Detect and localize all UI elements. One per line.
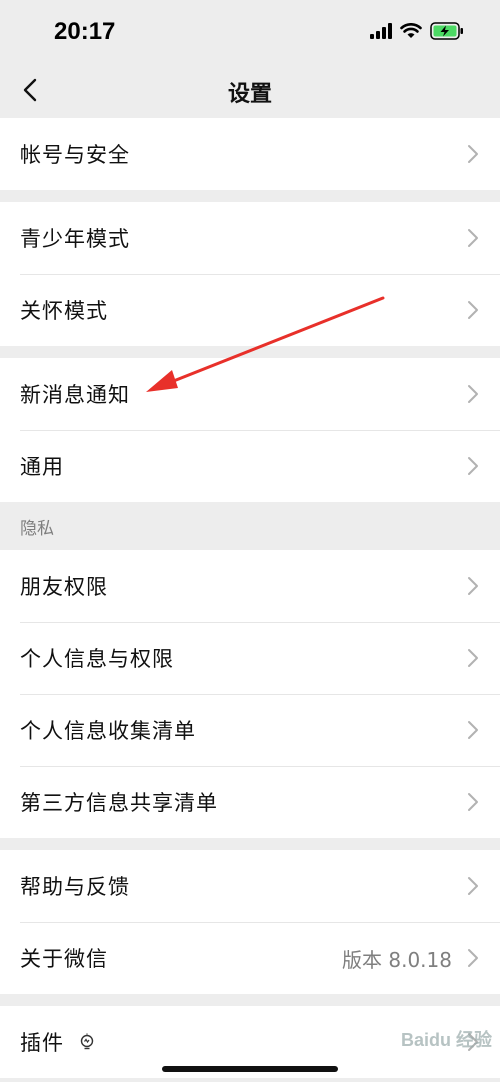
- status-bar: 20:17: [0, 0, 500, 64]
- chevron-right-icon: [468, 457, 478, 475]
- signal-icon: [370, 23, 392, 39]
- battery-charging-icon: [430, 22, 463, 40]
- row-label: 第三方信息共享清单: [20, 791, 218, 815]
- chevron-right-icon: [468, 145, 478, 163]
- chevron-right-icon: [468, 385, 478, 403]
- row-personal-info-permissions[interactable]: 个人信息与权限: [0, 622, 500, 694]
- row-label: 插件: [20, 1031, 64, 1055]
- group-divider: [0, 994, 500, 1006]
- group-account: 帐号与安全: [0, 118, 500, 190]
- page-title: 设置: [227, 82, 272, 107]
- group-divider: [0, 346, 500, 358]
- group-privacy: 朋友权限 个人信息与权限 个人信息收集清单 第三方信息共享清单: [0, 550, 500, 838]
- group-modes: 青少年模式 关怀模式: [0, 202, 500, 346]
- row-label: 关于微信: [20, 947, 108, 971]
- section-label-privacy: 隐私: [0, 502, 500, 550]
- lightbulb-icon: [80, 1033, 94, 1050]
- nav-bar: 设置: [0, 64, 500, 116]
- group-help: 帮助与反馈 关于微信 版本 8.0.18: [0, 850, 500, 994]
- row-general[interactable]: 通用: [0, 430, 500, 502]
- version-text: 版本 8.0.18: [342, 947, 452, 972]
- row-label: 新消息通知: [20, 383, 130, 407]
- home-indicator: [162, 1066, 338, 1072]
- row-label: 通用: [20, 455, 64, 479]
- chevron-right-icon: [468, 649, 478, 667]
- status-time: 20:17: [54, 18, 116, 45]
- row-label: 个人信息收集清单: [20, 719, 196, 743]
- status-icons: [370, 22, 464, 40]
- row-about-wechat[interactable]: 关于微信 版本 8.0.18: [0, 922, 500, 994]
- row-label: 帮助与反馈: [20, 875, 130, 899]
- chevron-right-icon: [468, 877, 478, 895]
- row-friend-permissions[interactable]: 朋友权限: [0, 550, 500, 622]
- chevron-right-icon: [468, 229, 478, 247]
- chevron-right-icon: [468, 301, 478, 319]
- row-account-security[interactable]: 帐号与安全: [0, 118, 500, 190]
- row-label: 个人信息与权限: [20, 647, 174, 671]
- wifi-icon: [400, 23, 422, 38]
- group-notifications: 新消息通知 通用: [0, 358, 500, 502]
- chevron-right-icon: [468, 793, 478, 811]
- group-divider: [0, 190, 500, 202]
- chevron-right-icon: [468, 949, 478, 967]
- group-divider: [0, 838, 500, 850]
- row-label: 朋友权限: [20, 575, 108, 599]
- row-label: 帐号与安全: [20, 143, 130, 167]
- row-label: 青少年模式: [20, 227, 130, 251]
- settings-list: 帐号与安全 青少年模式 关怀模式 新消息通知 通用 隐私 朋友权限 个人信息与权…: [0, 118, 500, 1078]
- row-personal-info-collection[interactable]: 个人信息收集清单: [0, 694, 500, 766]
- row-help-feedback[interactable]: 帮助与反馈: [0, 850, 500, 922]
- row-teen-mode[interactable]: 青少年模式: [0, 202, 500, 274]
- chevron-right-icon: [468, 577, 478, 595]
- row-new-message-notifications[interactable]: 新消息通知: [0, 358, 500, 430]
- row-label: 关怀模式: [20, 299, 108, 323]
- watermark: Baidu 经验: [400, 1030, 492, 1050]
- row-care-mode[interactable]: 关怀模式: [0, 274, 500, 346]
- row-third-party-sharing[interactable]: 第三方信息共享清单: [0, 766, 500, 838]
- chevron-right-icon: [468, 721, 478, 739]
